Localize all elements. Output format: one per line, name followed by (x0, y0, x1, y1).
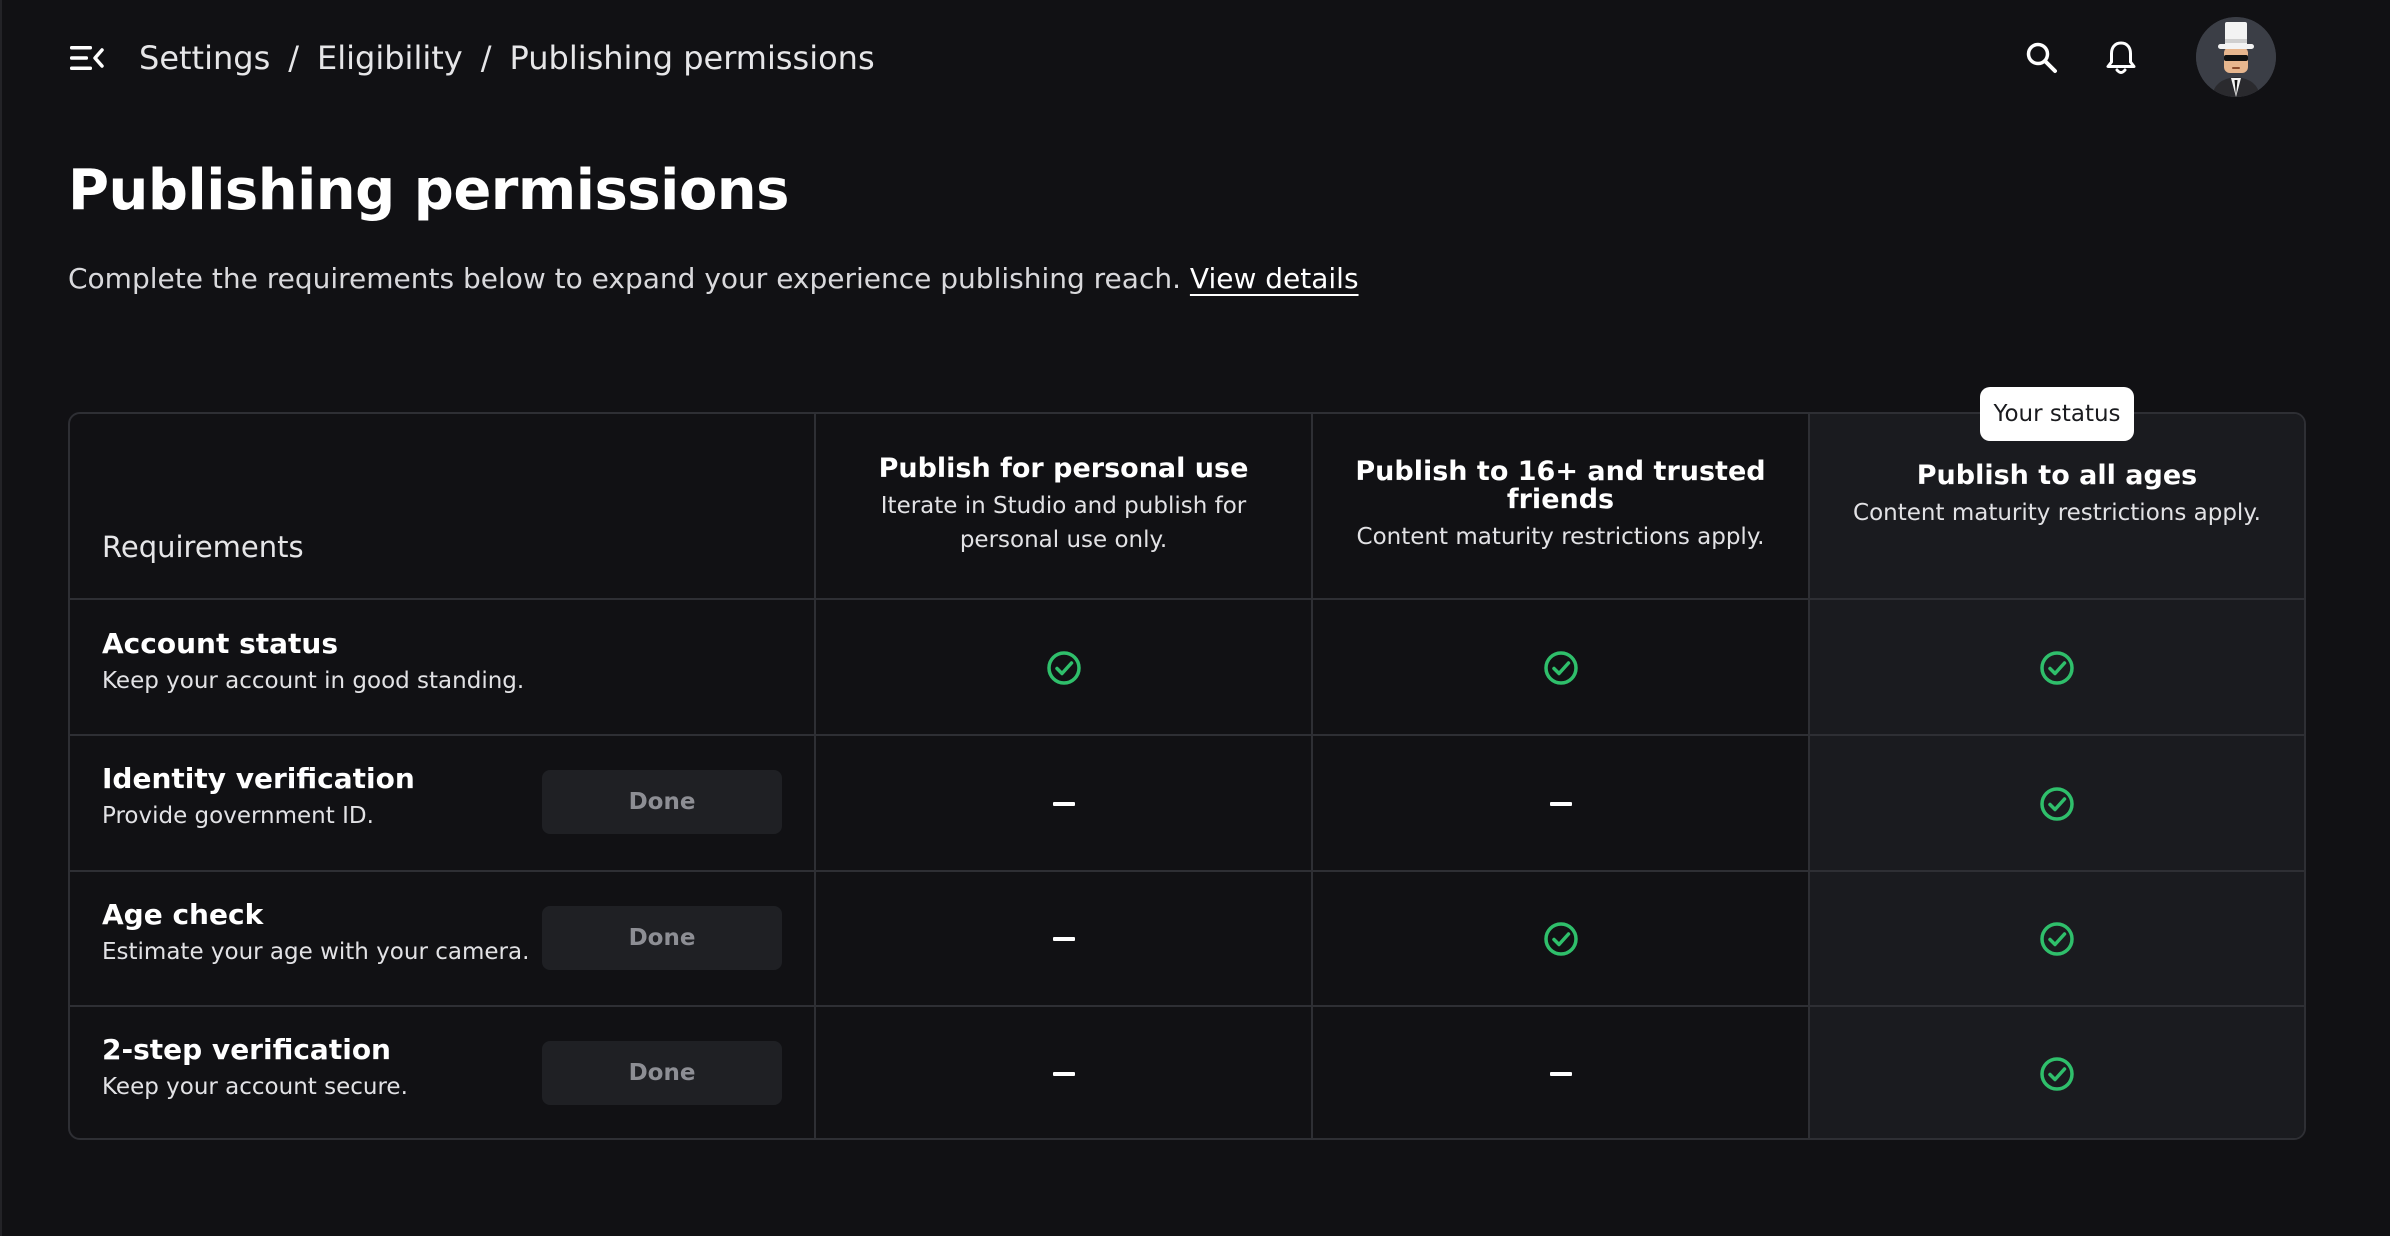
menu-collapse-icon[interactable] (64, 38, 110, 78)
tier-title: Publish for personal use (878, 453, 1249, 484)
tier-header-16-plus: Publish to 16+ and trusted friends Conte… (1313, 414, 1808, 598)
view-details-link[interactable]: View details (1190, 262, 1359, 295)
row-divider (70, 1005, 2304, 1007)
requirement-account-status: Account status Keep your account in good… (102, 626, 524, 696)
check-icon (1541, 648, 1581, 688)
check-icon (2037, 1054, 2077, 1094)
identity-done-button[interactable]: Done (542, 770, 782, 834)
check-icon (1541, 919, 1581, 959)
requirements-column-header: Requirements (102, 530, 304, 564)
breadcrumb-separator: / (288, 39, 300, 77)
check-icon (2037, 648, 2077, 688)
tier-title: Publish to 16+ and trusted friends (1355, 456, 1766, 515)
bell-icon[interactable] (2099, 36, 2143, 80)
breadcrumb: Settings / Eligibility / Publishing perm… (139, 34, 875, 82)
dash-icon (1541, 784, 1581, 824)
dash-icon (1044, 1054, 1084, 1094)
age-check-done-button[interactable]: Done (542, 906, 782, 970)
tier-description: Iterate in Studio and publish for person… (880, 493, 1247, 553)
requirement-2-step-verification: 2-step verification Keep your account se… (102, 1032, 408, 1102)
subtitle-text: Complete the requirements below to expan… (68, 262, 1181, 295)
avatar[interactable] (2196, 17, 2276, 97)
check-icon (2037, 784, 2077, 824)
breadcrumb-separator: / (480, 39, 492, 77)
breadcrumb-settings[interactable]: Settings (139, 39, 270, 77)
requirement-title: 2-step verification (102, 1033, 391, 1066)
breadcrumb-eligibility[interactable]: Eligibility (317, 39, 463, 77)
requirement-description: Provide government ID. (102, 803, 374, 829)
row-divider (70, 598, 2304, 600)
tier-description: Content maturity restrictions apply. (1853, 500, 2261, 526)
requirement-title: Age check (102, 898, 264, 931)
status-badge: Your status (1980, 387, 2134, 441)
dash-icon (1044, 919, 1084, 959)
top-bar: Settings / Eligibility / Publishing perm… (2, 0, 2390, 116)
breadcrumb-current: Publishing permissions (509, 39, 875, 77)
row-divider (70, 734, 2304, 736)
dash-icon (1541, 1054, 1581, 1094)
row-divider (70, 870, 2304, 872)
check-icon (2037, 919, 2077, 959)
requirement-age-check: Age check Estimate your age with your ca… (102, 897, 529, 967)
requirement-description: Estimate your age with your camera. (102, 939, 530, 965)
dash-icon (1044, 784, 1084, 824)
requirements-table: Requirements Publish for personal use It… (68, 412, 2306, 1140)
requirement-identity-verification: Identity verification Provide government… (102, 761, 415, 831)
tier-title: Publish to all ages (1916, 460, 2198, 491)
page-subtitle: Complete the requirements below to expan… (68, 262, 1359, 295)
requirement-title: Identity verification (102, 762, 415, 795)
requirement-description: Keep your account secure. (102, 1074, 408, 1100)
page-title: Publishing permissions (68, 158, 790, 223)
requirement-title: Account status (102, 627, 339, 660)
tier-header-personal: Publish for personal use Iterate in Stud… (816, 414, 1311, 598)
search-icon[interactable] (2020, 36, 2064, 80)
page: Settings / Eligibility / Publishing perm… (0, 0, 2390, 1236)
check-icon (1044, 648, 1084, 688)
tier-description: Content maturity restrictions apply. (1356, 524, 1765, 550)
requirement-description: Keep your account in good standing. (102, 668, 525, 694)
2-step-done-button[interactable]: Done (542, 1041, 782, 1105)
tier-header-all-ages: Publish to all ages Content maturity res… (1810, 414, 2304, 598)
